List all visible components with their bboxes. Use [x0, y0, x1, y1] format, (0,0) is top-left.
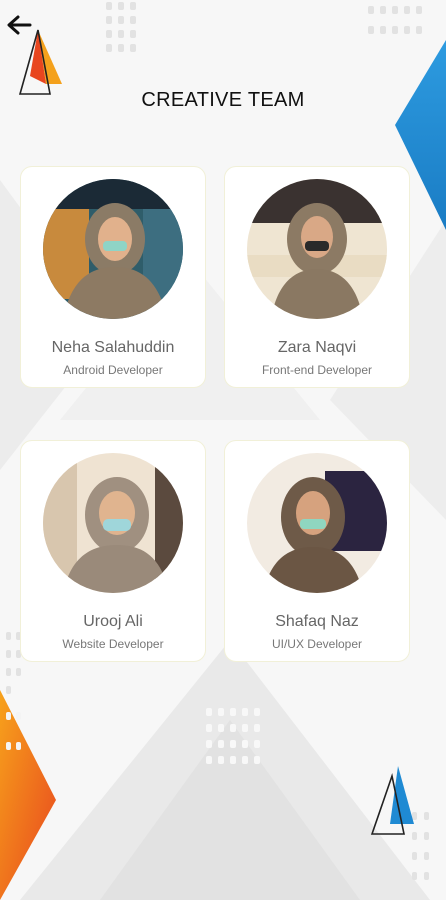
member-role: UI/UX Developer	[271, 637, 363, 651]
team-member-card[interactable]: Zara Naqvi Front-end Developer	[224, 166, 410, 388]
team-member-card[interactable]: Neha Salahuddin Android Developer	[20, 166, 206, 388]
member-role: Android Developer	[63, 363, 163, 377]
member-photo	[43, 453, 183, 593]
page-title: CREATIVE TEAM	[141, 89, 305, 112]
member-name: Neha Salahuddin	[51, 339, 175, 356]
member-name: Shafaq Naz	[275, 613, 359, 630]
member-role: Website Developer	[62, 637, 164, 651]
member-name: Zara Naqvi	[277, 339, 357, 356]
app-logo	[18, 29, 62, 95]
team-member-card[interactable]: Urooj Ali Website Developer	[20, 440, 206, 662]
member-photo	[247, 453, 387, 593]
member-photo	[43, 179, 183, 319]
member-name: Urooj Ali	[83, 613, 143, 630]
member-photo	[247, 179, 387, 319]
app-logo-small	[370, 766, 414, 835]
team-member-card[interactable]: Shafaq Naz UI/UX Developer	[224, 440, 410, 662]
member-role: Front-end Developer	[261, 363, 373, 377]
